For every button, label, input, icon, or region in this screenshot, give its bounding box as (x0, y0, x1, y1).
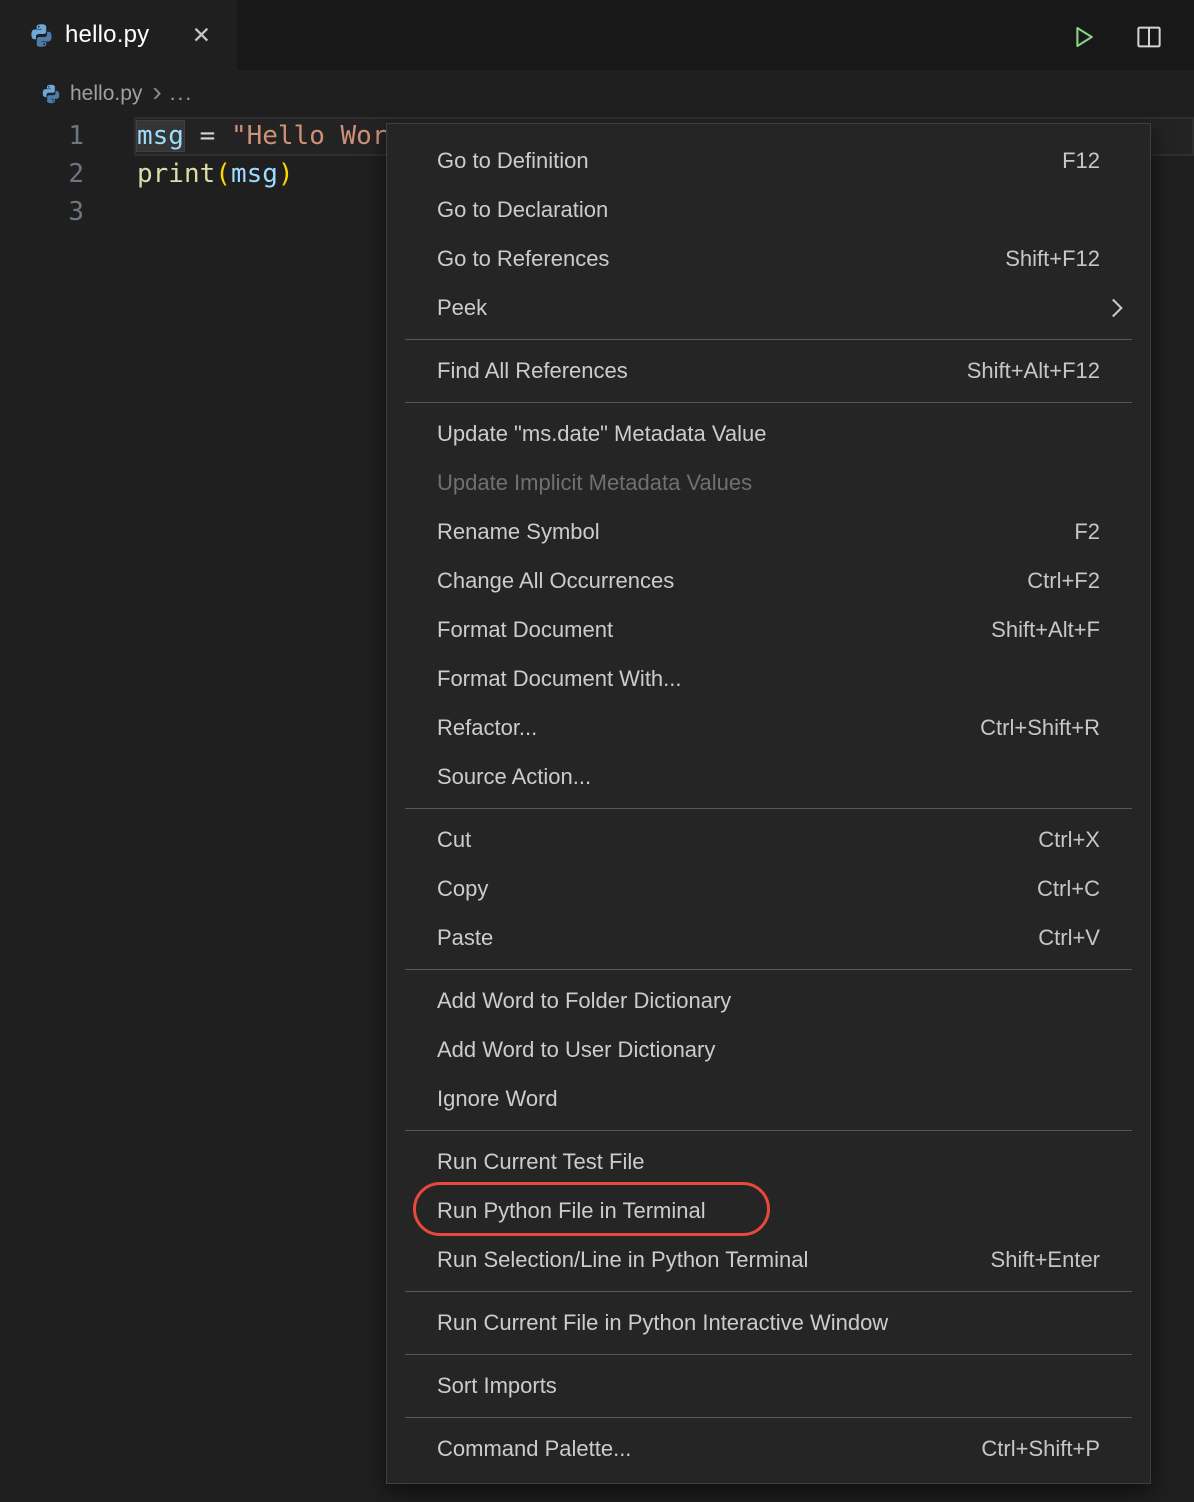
menu-item-label: Format Document (437, 617, 613, 643)
code-text[interactable]: msg = "Hello Wor (137, 117, 387, 155)
context-menu-list: Go to Definition F12 Go to Declaration Go t… (387, 136, 1150, 1473)
menu-item-change-all-occurrences[interactable]: Change All Occurrences Ctrl+F2 (387, 556, 1150, 605)
breadcrumb-more[interactable]: ... (170, 82, 194, 106)
close-icon[interactable]: ✕ (192, 22, 211, 49)
menu-item-label: Add Word to Folder Dictionary (437, 988, 731, 1014)
menu-item-label: Source Action... (437, 764, 591, 790)
menu-divider (405, 1291, 1132, 1292)
menu-item-label: Find All References (437, 358, 628, 384)
menu-item-refactor[interactable]: Refactor... Ctrl+Shift+R (387, 703, 1150, 752)
menu-item-shortcut: Ctrl+F2 (1027, 568, 1100, 594)
menu-divider (405, 339, 1132, 340)
menu-item-label: Go to References (437, 246, 609, 272)
menu-item-run-python-file-in-terminal[interactable]: Run Python File in Terminal (387, 1186, 1150, 1235)
menu-item-label: Add Word to User Dictionary (437, 1037, 715, 1063)
python-file-icon (40, 83, 62, 105)
menu-item-find-all-references[interactable]: Find All References Shift+Alt+F12 (387, 346, 1150, 395)
menu-item-peek[interactable]: Peek (387, 283, 1150, 332)
menu-item-label: Run Selection/Line in Python Terminal (437, 1247, 808, 1273)
code-token: print (137, 159, 215, 189)
menu-item-label: Paste (437, 925, 493, 951)
menu-item-format-document-with[interactable]: Format Document With... (387, 654, 1150, 703)
menu-divider (405, 402, 1132, 403)
menu-divider (405, 1130, 1132, 1131)
menu-item-add-word-to-user-dictionary[interactable]: Add Word to User Dictionary (387, 1025, 1150, 1074)
menu-item-label: Copy (437, 876, 488, 902)
menu-item-label: Rename Symbol (437, 519, 600, 545)
menu-item-shortcut: Ctrl+Shift+P (981, 1436, 1100, 1462)
menu-item-label: Run Current File in Python Interactive W… (437, 1310, 888, 1336)
code-token: msg (137, 121, 184, 151)
menu-item-update-implicit-metadata-values: Update Implicit Metadata Values (387, 458, 1150, 507)
menu-item-source-action[interactable]: Source Action... (387, 752, 1150, 801)
menu-item-label: Go to Declaration (437, 197, 608, 223)
menu-item-copy[interactable]: Copy Ctrl+C (387, 864, 1150, 913)
menu-item-label: Run Current Test File (437, 1149, 644, 1175)
code-token: ( (215, 159, 231, 189)
menu-item-shortcut: Shift+F12 (1005, 246, 1100, 272)
menu-item-label: Run Python File in Terminal (437, 1198, 706, 1224)
tab-hello-py[interactable]: hello.py ✕ (0, 0, 237, 70)
menu-item-label: Peek (437, 295, 487, 321)
menu-item-shortcut: F2 (1074, 519, 1100, 545)
code-token: msg (231, 159, 278, 189)
tab-label: hello.py (65, 21, 149, 49)
menu-item-run-current-test-file[interactable]: Run Current Test File (387, 1137, 1150, 1186)
menu-item-format-document[interactable]: Format Document Shift+Alt+F (387, 605, 1150, 654)
menu-item-command-palette[interactable]: Command Palette... Ctrl+Shift+P (387, 1424, 1150, 1473)
menu-item-shortcut: Ctrl+C (1037, 876, 1100, 902)
menu-item-shortcut: Ctrl+V (1038, 925, 1100, 951)
menu-item-label: Command Palette... (437, 1436, 631, 1462)
menu-item-label: Cut (437, 827, 471, 853)
menu-divider (405, 1354, 1132, 1355)
menu-item-sort-imports[interactable]: Sort Imports (387, 1361, 1150, 1410)
menu-item-add-word-to-folder-dictionary[interactable]: Add Word to Folder Dictionary (387, 976, 1150, 1025)
line-number[interactable]: 1 (0, 117, 84, 155)
menu-item-shortcut: Shift+Alt+F12 (967, 358, 1100, 384)
menu-item-update-ms-date-metadata-value[interactable]: Update "ms.date" Metadata Value (387, 409, 1150, 458)
menu-item-go-to-declaration[interactable]: Go to Declaration (387, 185, 1150, 234)
menu-item-ignore-word[interactable]: Ignore Word (387, 1074, 1150, 1123)
run-file-icon[interactable] (1068, 22, 1098, 52)
chevron-right-icon: › (152, 82, 161, 102)
python-file-icon (28, 22, 55, 49)
menu-item-label: Update Implicit Metadata Values (437, 470, 752, 496)
menu-item-shortcut: Shift+Enter (991, 1247, 1100, 1273)
menu-divider (405, 1417, 1132, 1418)
breadcrumb-file[interactable]: hello.py (70, 82, 142, 106)
menu-divider (405, 969, 1132, 970)
menu-item-run-current-file-in-python-interactive-window[interactable]: Run Current File in Python Interactive W… (387, 1298, 1150, 1347)
code-token: "Hello Wor (231, 121, 388, 151)
context-menu: Go to Definition F12 Go to Declaration Go t… (386, 123, 1151, 1484)
line-number[interactable]: 3 (0, 193, 84, 231)
menu-item-label: Go to Definition (437, 148, 589, 174)
menu-item-go-to-references[interactable]: Go to References Shift+F12 (387, 234, 1150, 283)
menu-item-paste[interactable]: Paste Ctrl+V (387, 913, 1150, 962)
code-token: ) (278, 159, 294, 189)
menu-item-label: Refactor... (437, 715, 537, 741)
menu-item-go-to-definition[interactable]: Go to Definition F12 (387, 136, 1150, 185)
menu-item-shortcut: Ctrl+X (1038, 827, 1100, 853)
menu-item-label: Sort Imports (437, 1373, 557, 1399)
line-number[interactable]: 2 (0, 155, 84, 193)
menu-item-label: Ignore Word (437, 1086, 558, 1112)
submenu-arrow-icon (1104, 298, 1122, 316)
tab-bar: hello.py ✕ (0, 0, 1194, 70)
menu-item-shortcut: Shift+Alt+F (991, 617, 1100, 643)
menu-item-rename-symbol[interactable]: Rename Symbol F2 (387, 507, 1150, 556)
menu-divider (405, 808, 1132, 809)
code-text[interactable]: print(msg) (137, 155, 294, 193)
menu-item-label: Change All Occurrences (437, 568, 674, 594)
menu-item-cut[interactable]: Cut Ctrl+X (387, 815, 1150, 864)
code-token: = (184, 121, 231, 151)
menu-item-label: Update "ms.date" Metadata Value (437, 421, 767, 447)
menu-item-shortcut: Ctrl+Shift+R (980, 715, 1100, 741)
menu-item-run-selection-line-in-python-terminal[interactable]: Run Selection/Line in Python Terminal Shi… (387, 1235, 1150, 1284)
menu-item-label: Format Document With... (437, 666, 682, 692)
split-editor-icon[interactable] (1134, 22, 1164, 52)
menu-item-shortcut: F12 (1062, 148, 1100, 174)
breadcrumb: hello.py › ... (0, 70, 1194, 118)
